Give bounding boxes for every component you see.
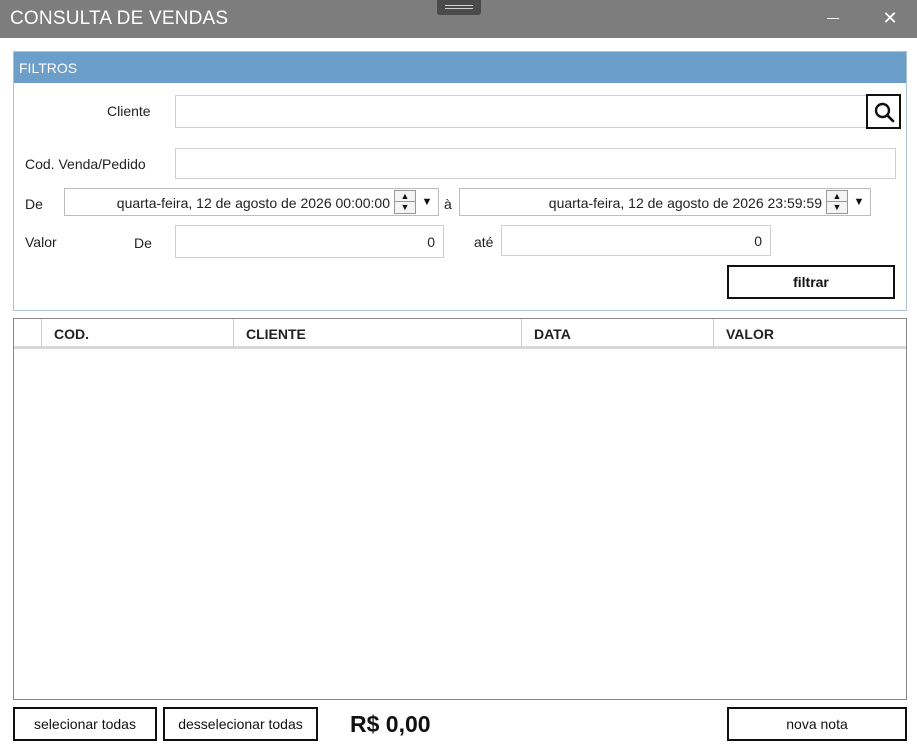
search-icon	[874, 102, 895, 123]
date-from-spinner[interactable]: ▲ ▼	[394, 190, 416, 214]
new-note-button[interactable]: nova nota	[727, 707, 907, 741]
spin-down-icon[interactable]: ▼	[827, 202, 847, 213]
date-to-spinner[interactable]: ▲ ▼	[826, 190, 848, 214]
results-grid[interactable]: COD. CLIENTE DATA VALOR	[13, 318, 907, 700]
spin-up-icon[interactable]: ▲	[827, 191, 847, 202]
column-header-cod[interactable]: COD.	[42, 319, 234, 347]
codigo-label: Cod. Venda/Pedido	[25, 156, 146, 172]
filtrar-button[interactable]: filtrar	[727, 265, 895, 299]
minimize-icon[interactable]	[826, 8, 842, 28]
date-separator-label: à	[444, 196, 452, 212]
date-from-picker[interactable]: quarta-feira, 12 de agosto de 2026 00:00…	[64, 188, 439, 216]
filters-panel: FILTROS Cliente Cod. Venda/Pedido De qua…	[13, 51, 907, 311]
filters-header: FILTROS	[14, 52, 906, 83]
date-to-value: quarta-feira, 12 de agosto de 2026 23:59…	[548, 195, 822, 211]
valor-label: Valor	[25, 234, 57, 250]
grid-select-column[interactable]	[14, 319, 42, 347]
total-value: R$ 0,00	[350, 711, 431, 737]
window-title: CONSULTA DE VENDAS	[10, 8, 229, 29]
grid-header: COD. CLIENTE DATA VALOR	[14, 319, 906, 349]
valor-ate-input[interactable]	[501, 225, 771, 256]
date-from-value: quarta-feira, 12 de agosto de 2026 00:00…	[116, 195, 390, 211]
valor-de-label: De	[134, 235, 152, 251]
valor-de-input[interactable]	[175, 225, 444, 258]
chevron-down-icon[interactable]: ▼	[849, 190, 869, 214]
column-header-cliente[interactable]: CLIENTE	[234, 319, 522, 347]
cliente-label: Cliente	[107, 103, 151, 119]
close-icon[interactable]: ✕	[880, 8, 900, 28]
column-header-data[interactable]: DATA	[522, 319, 714, 347]
cliente-input[interactable]	[175, 95, 867, 128]
date-from-label: De	[25, 196, 43, 212]
search-cliente-button[interactable]	[866, 94, 901, 129]
drag-handle[interactable]	[437, 0, 481, 15]
date-to-picker[interactable]: quarta-feira, 12 de agosto de 2026 23:59…	[459, 188, 871, 216]
column-header-valor[interactable]: VALOR	[714, 319, 906, 347]
spin-up-icon[interactable]: ▲	[395, 191, 415, 202]
spin-down-icon[interactable]: ▼	[395, 202, 415, 213]
deselect-all-button[interactable]: desselecionar todas	[163, 707, 318, 741]
select-all-button[interactable]: selecionar todas	[13, 707, 157, 741]
chevron-down-icon[interactable]: ▼	[417, 190, 437, 214]
title-bar: CONSULTA DE VENDAS ✕	[0, 0, 917, 38]
valor-ate-label: até	[474, 234, 494, 250]
codigo-input[interactable]	[175, 148, 896, 179]
